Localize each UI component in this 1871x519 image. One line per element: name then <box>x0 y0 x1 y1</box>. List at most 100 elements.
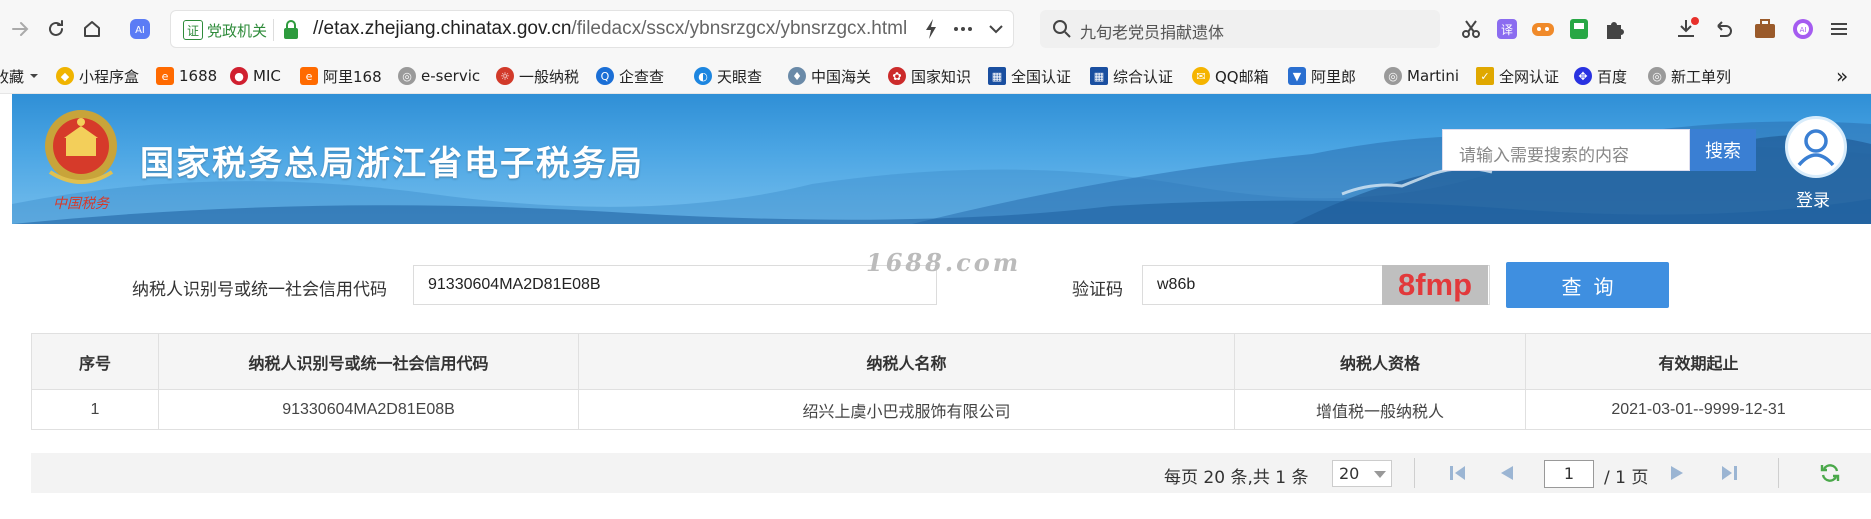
bookmark-item[interactable]: ✉ QQ邮箱 <box>1192 65 1269 87</box>
bookmark-item[interactable]: ✓ 全网认证 <box>1476 65 1559 87</box>
lock-icon[interactable] <box>283 20 299 44</box>
address-bar[interactable]: 证 党政机关 //etax.zhejiang.chinatax.gov.cn/f… <box>170 10 1014 48</box>
bookmark-label: 中国海关 <box>811 67 872 86</box>
bookmark-item[interactable]: ◐ 天眼查 <box>694 65 762 87</box>
gov-site-badge-label: 党政机关 <box>207 21 268 40</box>
login-link[interactable]: 登录 <box>1796 186 1830 211</box>
site-banner: 中国税务 国家税务总局浙江省电子税务局 请输入需要搜索的内容 搜索 登录 <box>12 94 1871 224</box>
bookmarks-bar: 收藏 ◆ 小程序盒 e 1688 ● MIC e 阿里168 ◎ e-servic ☼ 一般… <box>0 58 1871 94</box>
bookmark-item[interactable]: ▦ 全国认证 <box>988 65 1071 87</box>
bookmark-item[interactable]: e 阿里168 <box>300 65 382 87</box>
bookmark-item[interactable]: ☼ 一般纳税 <box>496 65 579 87</box>
bookmark-label: 阿里168 <box>323 67 382 86</box>
next-page-icon[interactable] <box>1667 464 1687 482</box>
puzzle-extension-icon[interactable] <box>1602 16 1628 42</box>
ip-office-icon: ✿ <box>888 67 906 85</box>
total-pages: / 1 页 <box>1604 468 1649 488</box>
previous-page-icon[interactable] <box>1497 464 1517 482</box>
url-host: //etax.zhejiang.chinatax.gov.cn <box>313 18 572 39</box>
bookmark-item[interactable]: ▼ 阿里郎 <box>1288 65 1356 87</box>
globe-icon: ◎ <box>398 67 416 85</box>
site-search-input[interactable]: 请输入需要搜索的内容 <box>1442 129 1690 171</box>
gov-site-badge[interactable]: 证 党政机关 <box>181 19 275 41</box>
captcha-image[interactable]: 8fmp <box>1382 265 1488 305</box>
lightning-icon[interactable] <box>923 17 939 45</box>
site-search-button[interactable]: 搜索 <box>1690 129 1756 171</box>
pagination-summary: 每页 20 条,共 1 条 <box>1164 468 1309 488</box>
ai-circle-icon[interactable]: AI <box>1790 16 1816 42</box>
table-cell: 91330604MA2D81E08B <box>158 389 579 430</box>
browser-search-box[interactable]: 九旬老党员捐献遗体 <box>1040 10 1440 48</box>
bookmark-label: 一般纳税 <box>519 67 580 86</box>
search-icon <box>1052 19 1072 43</box>
first-page-icon[interactable] <box>1448 464 1468 482</box>
site-search-placeholder: 请输入需要搜索的内容 <box>1459 146 1629 166</box>
bookmark-item[interactable]: e 1688 <box>156 65 217 87</box>
customs-icon: ♦ <box>788 67 806 85</box>
refresh-icon[interactable] <box>1819 462 1841 484</box>
current-page-input[interactable]: 1 <box>1544 460 1594 488</box>
captcha-label: 验证码 <box>1072 280 1123 300</box>
table-row: 1 91330604MA2D81E08B 绍兴上虞小巴戎服饰有限公司 增值税一般… <box>31 389 1871 430</box>
bookmark-item[interactable]: Q 企查查 <box>596 65 664 87</box>
baidu-paw-icon: ✥ <box>1574 67 1592 85</box>
column-header: 纳税人资格 <box>1234 333 1526 390</box>
site-title: 国家税务总局浙江省电子税务局 <box>140 144 644 184</box>
dropdown-caret-icon <box>29 67 39 85</box>
briefcase-icon[interactable] <box>1752 16 1778 42</box>
globe-icon: ◎ <box>1384 67 1402 85</box>
svg-text:中国税务: 中国税务 <box>53 196 110 212</box>
user-avatar-icon[interactable] <box>1785 116 1847 178</box>
bookmark-item[interactable]: ◎ Martini <box>1384 65 1459 87</box>
taxpayer-id-input[interactable]: 91330604MA2D81E08B <box>413 265 937 305</box>
column-header: 纳税人识别号或统一社会信用代码 <box>158 333 579 390</box>
bookmark-label: e-servic <box>421 67 481 85</box>
page-size-value: 20 <box>1339 464 1360 483</box>
notebook-icon[interactable] <box>1566 16 1592 42</box>
pagination-bar: 每页 20 条,共 1 条 20 1 / 1 页 <box>31 453 1871 493</box>
bookmark-item[interactable]: 收藏 <box>0 65 39 87</box>
mic-icon: ● <box>230 67 248 85</box>
bookmark-label: MIC <box>253 67 281 85</box>
tianyancha-icon: ◐ <box>694 67 712 85</box>
bookmark-label: 新工单列 <box>1671 67 1732 86</box>
query-button[interactable]: 查询 <box>1506 262 1669 308</box>
last-page-icon[interactable] <box>1719 464 1739 482</box>
svg-text:AI: AI <box>135 25 145 36</box>
certification-icon: ▦ <box>988 67 1006 85</box>
certificate-icon: 证 <box>183 20 203 40</box>
bookmark-item[interactable]: ◎ 新工单列 <box>1648 65 1731 87</box>
bookmark-item[interactable]: ✿ 国家知识 <box>888 65 971 87</box>
bookmark-label: QQ邮箱 <box>1215 67 1269 86</box>
home-icon[interactable] <box>78 15 106 43</box>
certification-icon: ▦ <box>1090 67 1108 85</box>
undo-icon[interactable] <box>1710 16 1736 42</box>
forward-icon[interactable] <box>6 15 34 43</box>
table-cell: 增值税一般纳税人 <box>1234 389 1526 430</box>
ai-assistant-icon[interactable]: AI <box>126 15 154 43</box>
address-url[interactable]: //etax.zhejiang.chinatax.gov.cn/filedacx… <box>313 18 907 40</box>
alibaba-icon: e <box>300 67 318 85</box>
download-icon[interactable] <box>1674 16 1700 42</box>
bookmark-item[interactable]: ▦ 综合认证 <box>1090 65 1173 87</box>
watermark-text: 1688.com <box>866 248 1022 277</box>
menu-icon[interactable] <box>1826 16 1852 42</box>
translate-icon[interactable]: 译 <box>1494 16 1520 42</box>
reload-icon[interactable] <box>42 15 70 43</box>
scissors-icon[interactable] <box>1458 16 1484 42</box>
chevron-down-icon[interactable] <box>987 17 1005 45</box>
more-icon[interactable] <box>953 17 973 45</box>
bookmark-item[interactable]: ◎ e-servic <box>398 65 480 87</box>
qichacha-icon: Q <box>596 67 614 85</box>
bookmark-item[interactable]: ✥ 百度 <box>1574 65 1627 87</box>
gamepad-icon[interactable] <box>1530 16 1556 42</box>
results-table: 序号 纳税人识别号或统一社会信用代码 纳税人名称 纳税人资格 有效期起止 1 9… <box>31 333 1871 430</box>
bookmarks-more-button[interactable]: » <box>1836 64 1848 88</box>
bookmark-item[interactable]: ● MIC <box>230 65 281 87</box>
shield-icon: ▼ <box>1288 67 1306 85</box>
table-cell: 1 <box>31 389 159 430</box>
bookmark-label: 全国认证 <box>1011 67 1072 86</box>
bookmark-item[interactable]: ◆ 小程序盒 <box>56 65 139 87</box>
page-size-select[interactable]: 20 <box>1332 460 1392 487</box>
bookmark-item[interactable]: ♦ 中国海关 <box>788 65 871 87</box>
